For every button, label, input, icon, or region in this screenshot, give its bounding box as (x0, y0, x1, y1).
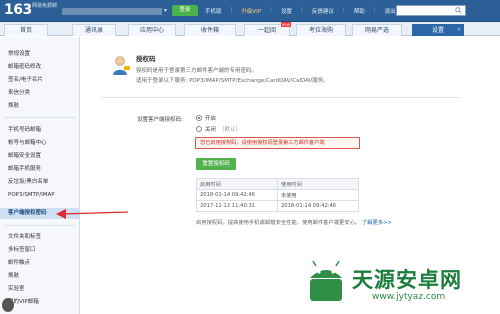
radio-disable[interactable]: 关闭 （默认） (196, 125, 241, 133)
tab-contacts[interactable]: 通讯录 (72, 24, 116, 36)
table-header-row: 启用时间 使用时间 (196, 178, 359, 190)
radio-label: 关闭 (205, 127, 217, 133)
user-key-icon (113, 56, 130, 75)
radio-button[interactable] (196, 126, 202, 132)
table-header: 使用时间 (277, 178, 359, 190)
bottom-note-text: 启用授权码，提高使用手机或邮箱安全性能，使用邮件客户端更安心。 (196, 220, 361, 226)
sidebar-item-folders[interactable]: 文件夹和标签 (0, 232, 79, 243)
sidebar-item-phone-mailbox[interactable]: 手机号码邮箱 (0, 125, 79, 136)
section-description: 授权码是用于登录第三方邮件客户端的专用密码。 (136, 68, 258, 74)
table-cell: 2018-01-14 09:42:46 (277, 200, 359, 212)
tab-label: 设置 (431, 27, 444, 34)
sidebar-item-security[interactable]: 邮箱安全设置 (0, 151, 79, 162)
user-dropdown-icon[interactable]: ▾ (164, 7, 167, 14)
divider: | (230, 7, 233, 13)
signin-button[interactable]: 登录 (172, 5, 198, 16)
tab-settings[interactable]: 设置 × (412, 24, 464, 36)
sidebar-item-filter[interactable]: 来信分类 (0, 88, 79, 99)
sidebar: 常规设置 邮箱密码修改 签名/电子名片 来信分类 换肤 手机号码邮箱 帐号与邮箱… (0, 37, 80, 314)
auth-code-table: 启用时间 使用时间 2018-01-14 09:42:46 未使用 2017-1… (196, 178, 359, 212)
tab-home[interactable]: 首页 (4, 24, 48, 36)
tab-label: 一起阅 (257, 27, 276, 34)
top-link-settings[interactable]: 设置 (281, 7, 292, 15)
search-input[interactable] (396, 5, 466, 16)
sidebar-item-skin[interactable]: 换肤 (0, 101, 79, 112)
sidebar-item-skin-2[interactable]: 换肤 (0, 271, 79, 282)
sidebar-item-lab[interactable]: 实验室 (0, 284, 79, 295)
learn-more-link[interactable]: 了解更多>> (362, 220, 392, 226)
sidebar-item-pop3[interactable]: POP3/SMTP/IMAP (0, 190, 79, 201)
status-notice: 您已启用授权码，请使用授权码登录第三方邮件客户端 (195, 137, 360, 149)
tab-apps[interactable]: 应用中心 (128, 24, 176, 36)
sidebar-item-auth-code[interactable]: 客户端授权密码 (0, 208, 79, 219)
divider: | (270, 7, 272, 13)
divider: | (373, 7, 376, 13)
section-description-services: 适用于登录以下服务: POP3/IMAP/SMTP/Exchange/CardD… (136, 78, 329, 84)
table-row: 2017-11-12 11:40:31 2018-01-14 09:42:46 (196, 200, 359, 212)
divider: | (342, 7, 345, 13)
section-title: 授权码 (136, 55, 156, 63)
radio-sublabel: （默认） (219, 127, 242, 133)
divider (101, 97, 461, 98)
radio-label: 开启 (205, 116, 217, 122)
new-badge: new (280, 22, 291, 27)
user-email[interactable]: •••••••••• (62, 8, 162, 15)
top-link-feedback[interactable]: 反馈建议 (312, 7, 334, 15)
tab-label: 考拉海购 (308, 27, 333, 34)
tab-label: 收件箱 (200, 27, 219, 34)
tab-label: 网易严选 (364, 27, 389, 34)
sidebar-item-antispam[interactable]: 反垃圾/黑白名单 (0, 177, 79, 188)
tab-yanxuan[interactable]: 网易严选 (352, 24, 402, 36)
table-header: 启用时间 (196, 178, 278, 190)
android-logo-icon (310, 260, 342, 301)
close-icon[interactable]: × (457, 25, 461, 36)
logo-subtitle: 网易免费邮 (32, 3, 58, 9)
top-header: 163 网易免费邮 •••••••••• ▾ 登录 手机版 | 升级VIP | … (0, 0, 500, 22)
setting-label: 设置客户端授权码: (137, 117, 183, 123)
tab-label: 应用中心 (139, 27, 164, 34)
tab-label: 通讯录 (84, 27, 103, 34)
radio-button[interactable] (196, 115, 202, 121)
sidebar-item-general[interactable]: 常规设置 (0, 49, 79, 60)
bottom-note: 启用授权码，提高使用手机或邮箱安全性能，使用邮件客户端更安心。 了解更多>> (196, 218, 392, 226)
table-cell: 2017-11-12 11:40:31 (196, 200, 278, 212)
tab-label: 首页 (19, 27, 32, 34)
sidebar-item-touch[interactable]: 邮件触点 (0, 258, 79, 269)
sidebar-item-mobile-service[interactable]: 邮箱手机服务 (0, 164, 79, 175)
table-cell: 未使用 (277, 189, 359, 201)
top-link-mobile[interactable]: 手机版 (205, 7, 222, 15)
reset-auth-code-button[interactable]: 重置授权码 (196, 158, 236, 170)
sidebar-item-signature[interactable]: 签名/电子名片 (0, 75, 79, 86)
avatar[interactable] (2, 298, 14, 312)
top-link-help[interactable]: 帮助 (354, 7, 365, 15)
nav-tabs: 首页 通讯录 应用中心 收件箱 一起阅 new 考拉海购 网易严选 设置 × (0, 22, 500, 36)
radio-enable[interactable]: 开启 (196, 114, 216, 122)
search-icon[interactable] (455, 7, 462, 14)
watermark-brand: 天源安卓网 (352, 268, 462, 292)
sidebar-item-account-center[interactable]: 帐号与邮箱中心 (0, 138, 79, 149)
divider: | (300, 7, 303, 13)
top-link-vip[interactable]: 升级VIP (241, 7, 261, 15)
top-link-logout[interactable]: 退出 (385, 7, 396, 15)
sidebar-item-multitab[interactable]: 多标签窗口 (0, 245, 79, 256)
top-links: 手机版 | 升级VIP | 设置 | 反馈建议 | 帮助 | 退出 (205, 7, 396, 15)
tab-inbox[interactable]: 收件箱 (184, 24, 236, 36)
divider (4, 225, 76, 226)
logo[interactable]: 163 (4, 2, 32, 18)
divider (4, 117, 76, 118)
tab-kaola[interactable]: 考拉海购 (296, 24, 346, 36)
tab-reading[interactable]: 一起阅 new (244, 22, 291, 36)
table-cell: 2018-01-14 09:42:46 (196, 189, 278, 201)
watermark-url: www.jytyaz.com (372, 292, 446, 302)
table-row: 2018-01-14 09:42:46 未使用 (196, 189, 359, 201)
sidebar-item-password[interactable]: 邮箱密码修改 (0, 62, 79, 73)
